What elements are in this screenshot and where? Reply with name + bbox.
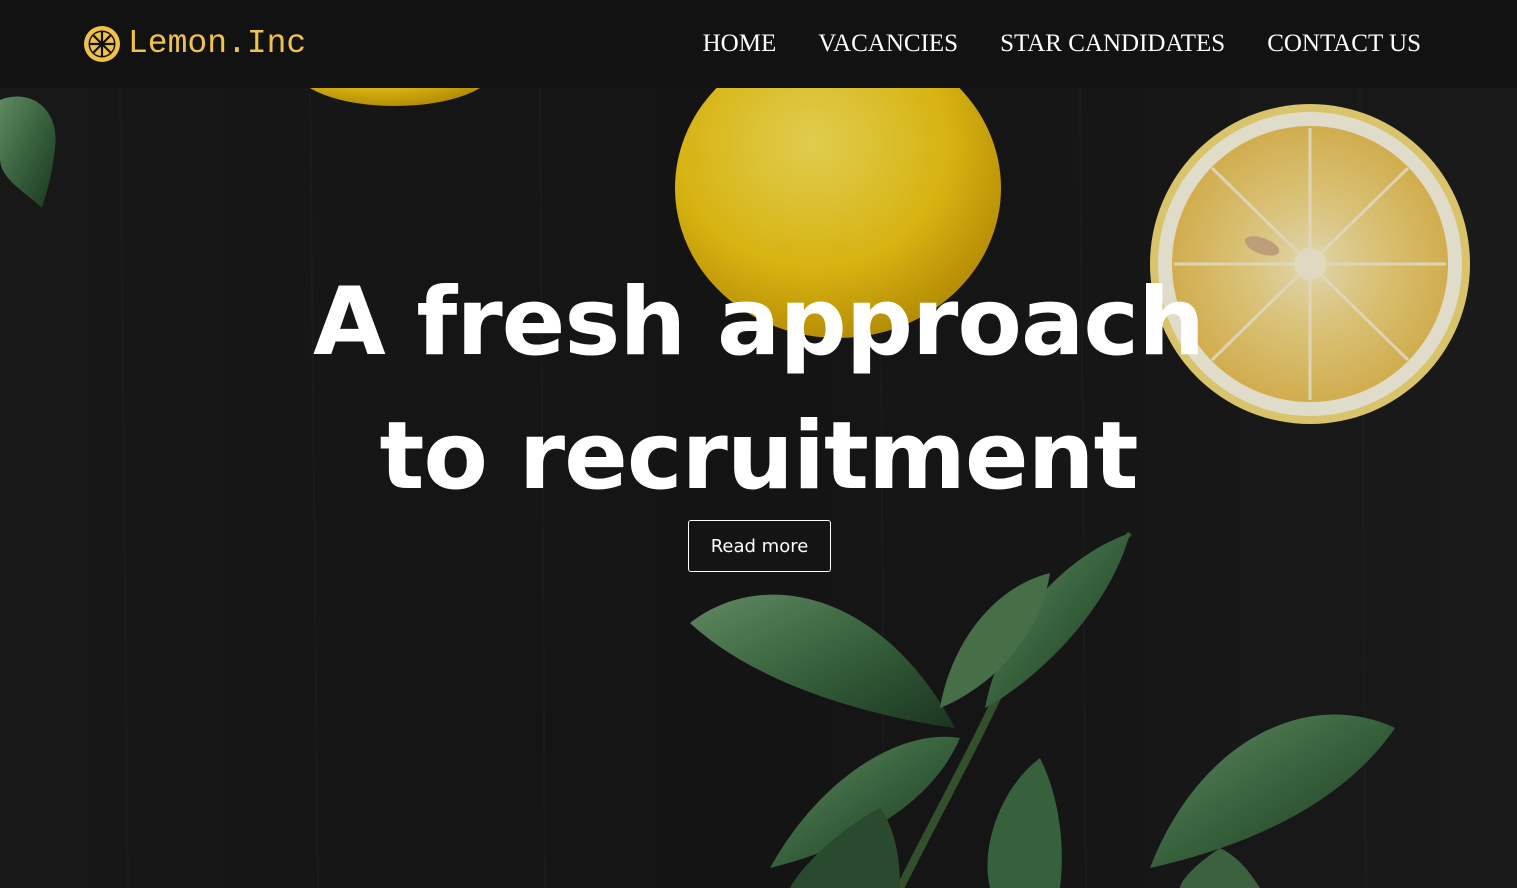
brand-logo[interactable]: Lemon.Inc [82, 24, 306, 64]
nav-link-star-candidates[interactable]: STAR CANDIDATES [1000, 28, 1225, 60]
hero-heading-line-2: to recruitment [379, 402, 1138, 511]
hero-heading-line-1: A fresh approach [312, 268, 1205, 377]
lemon-slice-icon [84, 26, 120, 62]
nav-link-home[interactable]: HOME [703, 28, 777, 60]
top-navbar: Lemon.Inc HOME VACANCIES STAR CANDIDATES… [0, 0, 1517, 88]
hero-section: A fresh approach to recruitment Read mor… [0, 88, 1517, 888]
brand-name: Lemon.Inc [128, 25, 307, 62]
main-nav: HOME VACANCIES STAR CANDIDATES CONTACT U… [703, 28, 1421, 60]
read-more-button[interactable]: Read more [688, 520, 831, 572]
hero-heading: A fresh approach to recruitment [0, 256, 1517, 524]
nav-link-contact-us[interactable]: CONTACT US [1267, 28, 1421, 60]
nav-link-vacancies[interactable]: VACANCIES [818, 28, 958, 60]
